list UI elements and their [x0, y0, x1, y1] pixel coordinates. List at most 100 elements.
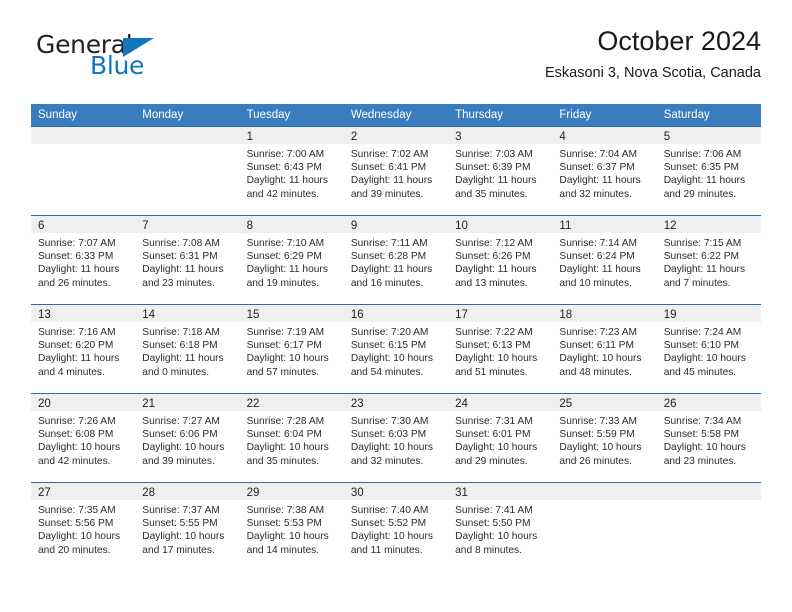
day-cell[interactable]: 31 Sunrise: 7:41 AM Sunset: 5:50 PM Dayl…	[448, 483, 553, 571]
day-number: 24	[455, 398, 468, 410]
daylight-text-line2: and 39 minutes.	[350, 188, 424, 200]
sunset-text: Sunset: 6:22 PM	[663, 251, 740, 263]
daylight-text-line2: and 29 minutes.	[663, 188, 737, 200]
day-info: Sunrise: 7:35 AM Sunset: 5:56 PM Dayligh…	[31, 500, 135, 557]
day-cell[interactable]: 13 Sunrise: 7:16 AM Sunset: 6:20 PM Dayl…	[31, 305, 136, 393]
day-cell[interactable]: 30 Sunrise: 7:40 AM Sunset: 5:52 PM Dayl…	[343, 483, 449, 571]
sunrise-text: Sunrise: 7:00 AM	[246, 149, 325, 160]
day-number-bar: 27	[31, 483, 136, 500]
weekday-header-thursday: Thursday	[455, 109, 504, 121]
sunrise-text: Sunrise: 7:34 AM	[663, 416, 742, 427]
day-cell[interactable]: 12 Sunrise: 7:15 AM Sunset: 6:22 PM Dayl…	[656, 216, 761, 304]
day-cell[interactable]: 24 Sunrise: 7:31 AM Sunset: 6:01 PM Dayl…	[448, 394, 553, 482]
page-title: October 2024	[597, 26, 761, 56]
day-info: Sunrise: 7:31 AM Sunset: 6:01 PM Dayligh…	[448, 411, 552, 468]
day-cell[interactable]: 23 Sunrise: 7:30 AM Sunset: 6:03 PM Dayl…	[343, 394, 449, 482]
day-cell[interactable]: 2 Sunrise: 7:02 AM Sunset: 6:41 PM Dayli…	[343, 127, 449, 215]
sunset-text: Sunset: 6:28 PM	[350, 251, 427, 263]
daylight-text-line2: and 19 minutes.	[246, 277, 320, 289]
day-cell[interactable]: 5 Sunrise: 7:06 AM Sunset: 6:35 PM Dayli…	[656, 127, 761, 215]
day-cell[interactable]: 17 Sunrise: 7:22 AM Sunset: 6:13 PM Dayl…	[448, 305, 553, 393]
daylight-text-line2: and 20 minutes.	[38, 544, 111, 556]
day-cell[interactable]: 11 Sunrise: 7:14 AM Sunset: 6:24 PM Dayl…	[552, 216, 657, 304]
day-cell[interactable]: 21 Sunrise: 7:27 AM Sunset: 6:06 PM Dayl…	[135, 394, 240, 482]
day-number: 3	[455, 131, 462, 143]
day-cell[interactable]: 7 Sunrise: 7:08 AM Sunset: 6:31 PM Dayli…	[135, 216, 240, 304]
daylight-text-line2: and 13 minutes.	[455, 277, 528, 289]
day-info: Sunrise: 7:41 AM Sunset: 5:50 PM Dayligh…	[448, 500, 552, 557]
day-number-bar: 2	[343, 127, 449, 144]
day-number: 22	[246, 398, 260, 410]
daylight-text-line2: and 45 minutes.	[663, 366, 737, 378]
logo-text-blue: Blue	[90, 51, 145, 80]
day-number: 23	[350, 398, 364, 410]
sunset-text: Sunset: 6:33 PM	[38, 251, 114, 263]
sunset-text: Sunset: 6:08 PM	[38, 429, 114, 441]
day-cell[interactable]: 6 Sunrise: 7:07 AM Sunset: 6:33 PM Dayli…	[31, 216, 136, 304]
day-number-bar: 6	[31, 216, 136, 233]
sunrise-text: Sunrise: 7:07 AM	[38, 238, 116, 249]
daylight-text-line2: and 42 minutes.	[246, 188, 320, 200]
day-cell[interactable]: 15 Sunrise: 7:19 AM Sunset: 6:17 PM Dayl…	[239, 305, 344, 393]
day-cell[interactable]: 25 Sunrise: 7:33 AM Sunset: 5:59 PM Dayl…	[552, 394, 657, 482]
daylight-text-line2: and 23 minutes.	[142, 277, 215, 289]
day-cell[interactable]: 19 Sunrise: 7:24 AM Sunset: 6:10 PM Dayl…	[656, 305, 761, 393]
day-number-bar: 26	[656, 394, 761, 411]
weekday-header-wednesday: Wednesday	[350, 109, 412, 121]
daylight-text-line1: Daylight: 10 hours	[663, 442, 746, 454]
day-number-bar: 13	[31, 305, 136, 322]
sunrise-text: Sunrise: 7:08 AM	[142, 238, 220, 249]
day-number: 29	[246, 487, 260, 499]
generalblue-logo[interactable]: General Blue	[31, 30, 231, 86]
daylight-text-line2: and 35 minutes.	[246, 455, 320, 467]
day-number-bar: 12	[656, 216, 761, 233]
day-cell[interactable]: 28 Sunrise: 7:37 AM Sunset: 5:55 PM Dayl…	[135, 483, 240, 571]
day-cell[interactable]: 26 Sunrise: 7:34 AM Sunset: 5:58 PM Dayl…	[656, 394, 761, 482]
daylight-text-line1: Daylight: 11 hours	[38, 264, 120, 276]
sunrise-text: Sunrise: 7:31 AM	[455, 416, 533, 427]
daylight-text-line1: Daylight: 11 hours	[142, 353, 224, 365]
day-cell	[31, 127, 136, 215]
day-cell[interactable]: 8 Sunrise: 7:10 AM Sunset: 6:29 PM Dayli…	[239, 216, 344, 304]
day-cell[interactable]: 4 Sunrise: 7:04 AM Sunset: 6:37 PM Dayli…	[552, 127, 657, 215]
day-info: Sunrise: 7:12 AM Sunset: 6:26 PM Dayligh…	[448, 233, 552, 290]
day-cell[interactable]: 20 Sunrise: 7:26 AM Sunset: 6:08 PM Dayl…	[31, 394, 136, 482]
day-cell	[552, 483, 657, 571]
day-cell[interactable]: 3 Sunrise: 7:03 AM Sunset: 6:39 PM Dayli…	[448, 127, 553, 215]
day-cell[interactable]: 14 Sunrise: 7:18 AM Sunset: 6:18 PM Dayl…	[135, 305, 240, 393]
sunset-text: Sunset: 5:58 PM	[663, 429, 740, 441]
day-number: 25	[559, 398, 573, 410]
daylight-text-line2: and 42 minutes.	[38, 455, 111, 467]
title-block: October 2024 Eskasoni 3, Nova Scotia, Ca…	[545, 24, 761, 84]
day-number: 11	[559, 220, 572, 232]
day-cell[interactable]: 10 Sunrise: 7:12 AM Sunset: 6:26 PM Dayl…	[448, 216, 553, 304]
day-number-bar: 23	[343, 394, 449, 411]
sunset-text: Sunset: 5:52 PM	[350, 518, 427, 530]
daylight-text-line1: Daylight: 11 hours	[663, 175, 746, 187]
day-number-bar: 7	[135, 216, 240, 233]
day-info	[657, 500, 761, 504]
day-cell[interactable]: 29 Sunrise: 7:38 AM Sunset: 5:53 PM Dayl…	[239, 483, 344, 571]
sunset-text: Sunset: 6:18 PM	[142, 340, 218, 352]
day-number: 19	[663, 309, 677, 321]
day-cell[interactable]: 1 Sunrise: 7:00 AM Sunset: 6:43 PM Dayli…	[239, 127, 344, 215]
day-cell[interactable]: 16 Sunrise: 7:20 AM Sunset: 6:15 PM Dayl…	[343, 305, 449, 393]
sunrise-text: Sunrise: 7:12 AM	[455, 238, 533, 249]
day-number: 27	[38, 487, 51, 499]
day-cell[interactable]: 18 Sunrise: 7:23 AM Sunset: 6:11 PM Dayl…	[552, 305, 657, 393]
daylight-text-line2: and 14 minutes.	[246, 544, 320, 556]
day-number: 4	[559, 131, 566, 143]
daylight-text-line2: and 57 minutes.	[246, 366, 320, 378]
day-number-bar: 16	[343, 305, 449, 322]
sunset-text: Sunset: 5:56 PM	[38, 518, 114, 530]
day-info: Sunrise: 7:19 AM Sunset: 6:17 PM Dayligh…	[240, 322, 344, 379]
day-number: 17	[455, 309, 468, 321]
day-number: 7	[142, 220, 149, 232]
sunset-text: Sunset: 5:53 PM	[246, 518, 322, 530]
day-cell[interactable]: 9 Sunrise: 7:11 AM Sunset: 6:28 PM Dayli…	[343, 216, 449, 304]
daylight-text-line1: Daylight: 11 hours	[142, 264, 224, 276]
day-number-bar: 18	[552, 305, 657, 322]
day-cell[interactable]: 27 Sunrise: 7:35 AM Sunset: 5:56 PM Dayl…	[31, 483, 136, 571]
day-cell[interactable]: 22 Sunrise: 7:28 AM Sunset: 6:04 PM Dayl…	[239, 394, 344, 482]
day-number: 26	[663, 398, 677, 410]
